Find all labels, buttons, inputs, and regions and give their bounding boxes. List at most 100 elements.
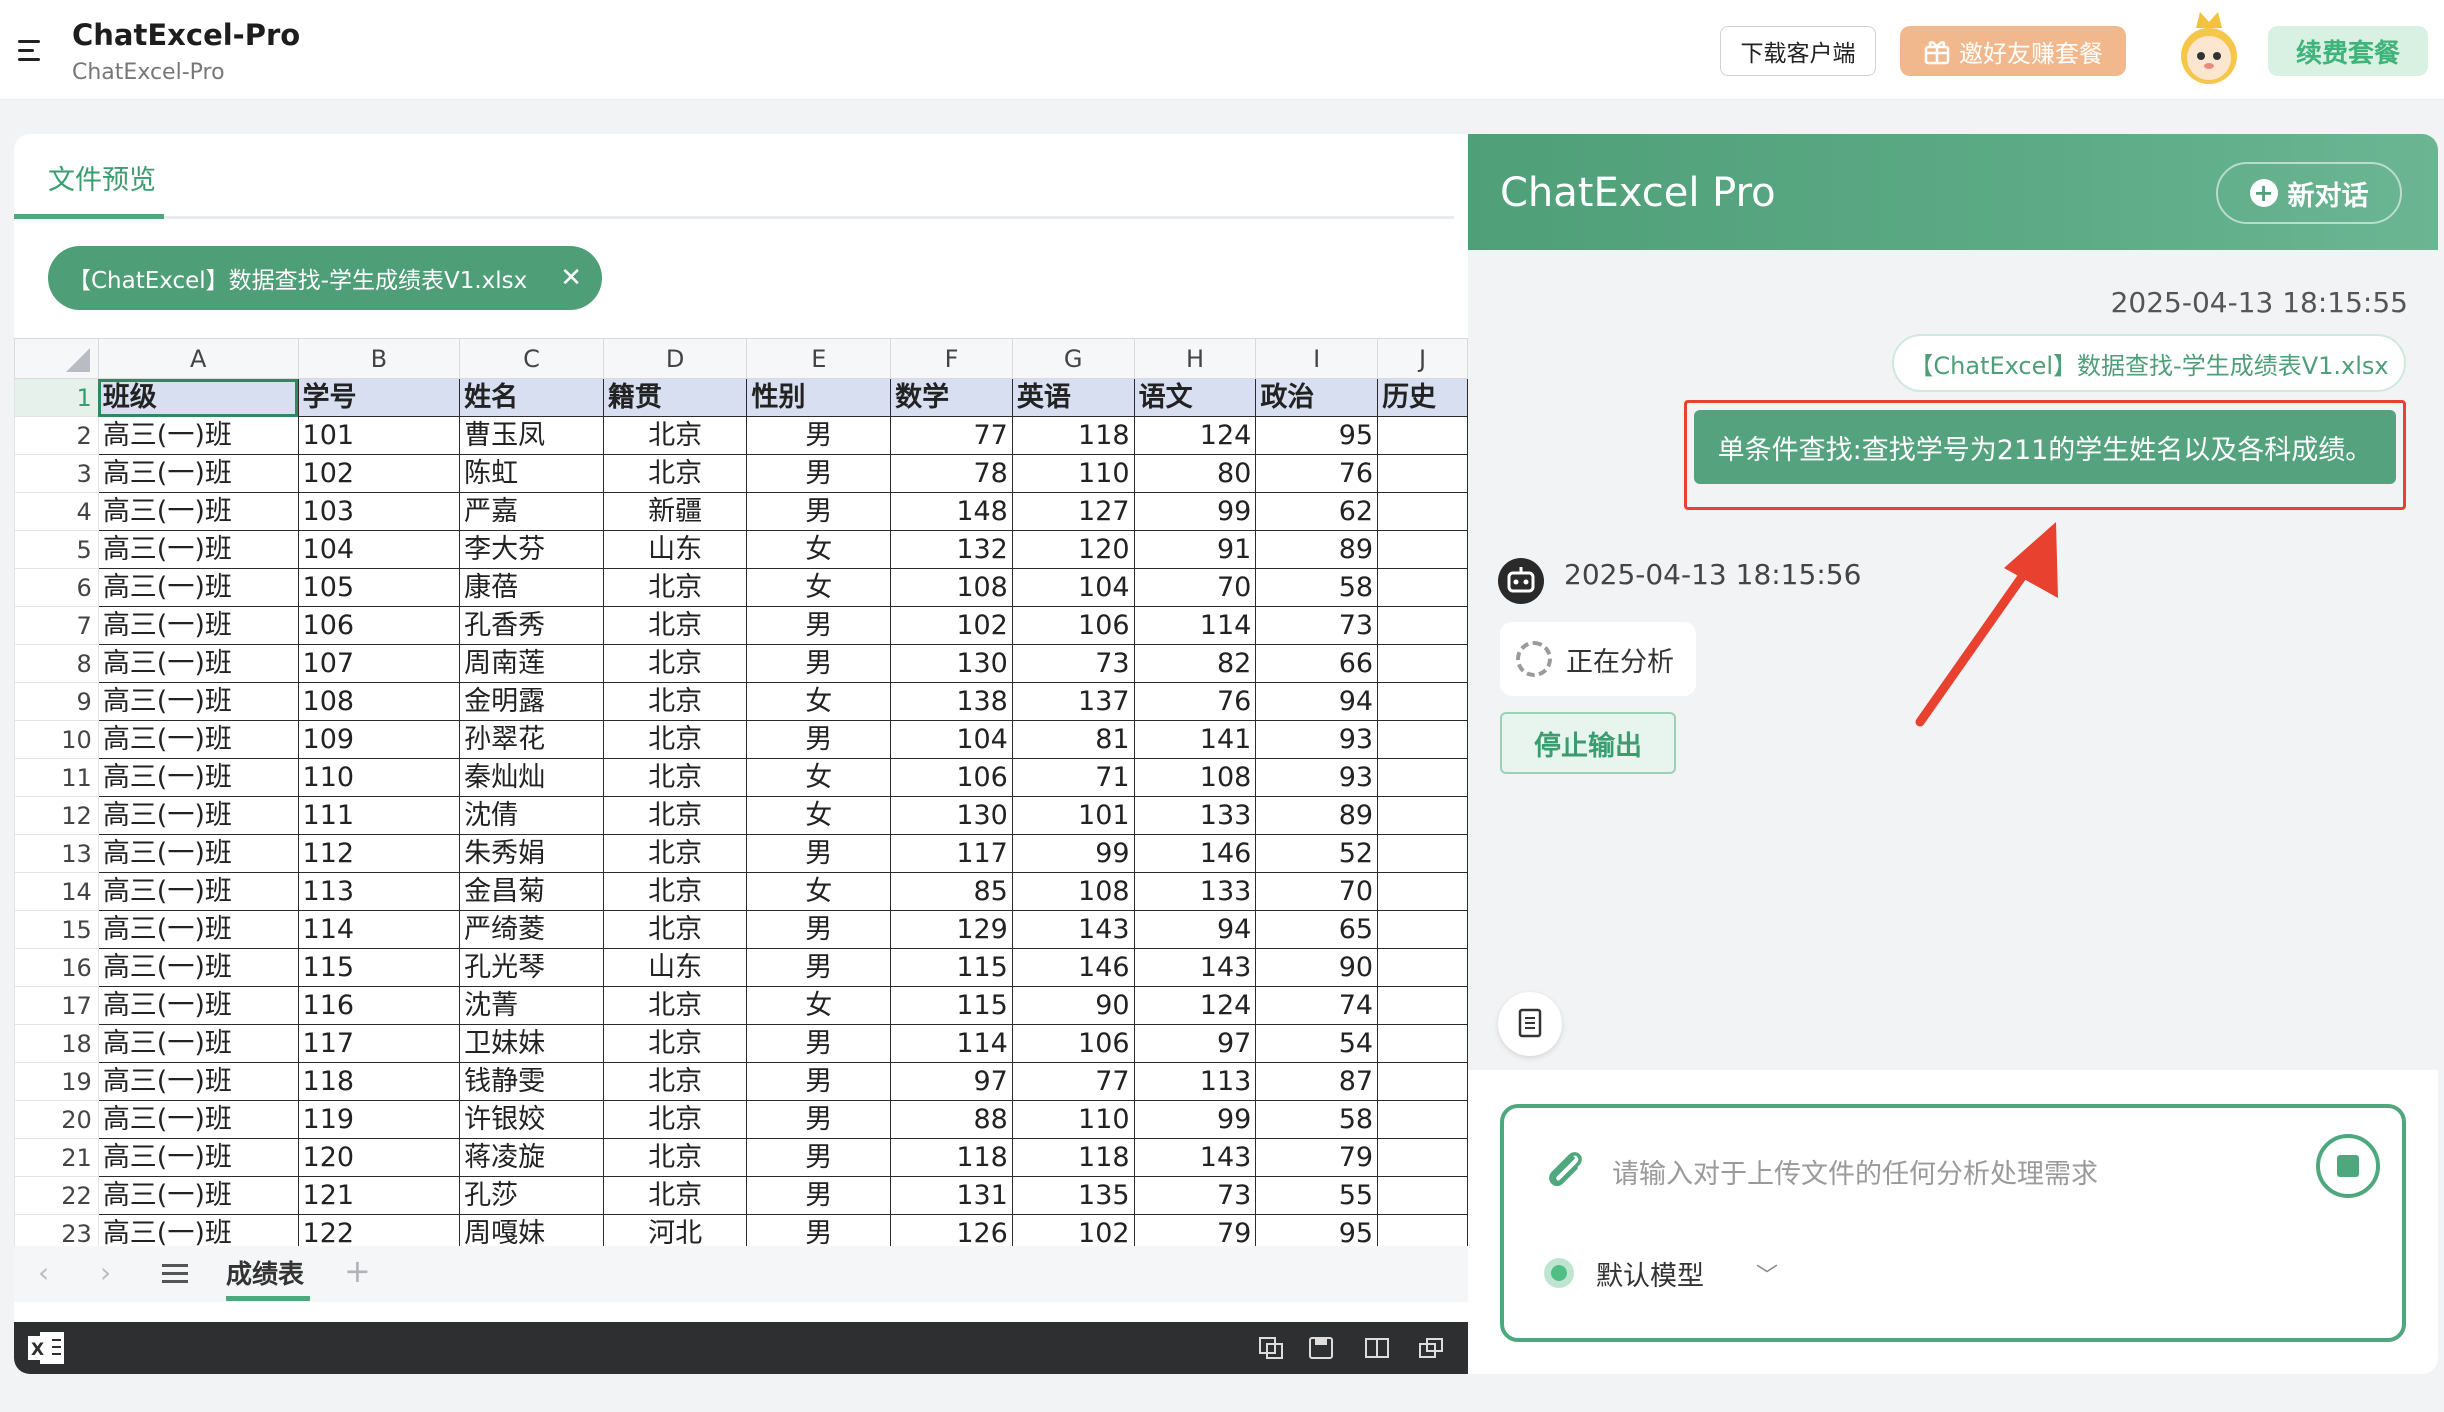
table-cell[interactable]: 117 [890, 834, 1013, 873]
attachment-icon[interactable] [1540, 1144, 1590, 1194]
table-cell[interactable]: 河北 [602, 1214, 748, 1246]
table-cell[interactable]: 高三(一)班 [97, 948, 299, 987]
row-number[interactable]: 2 [14, 416, 99, 455]
column-header[interactable]: I [1255, 338, 1379, 379]
table-cell[interactable]: 99 [1133, 492, 1257, 531]
table-cell[interactable]: 严嘉 [459, 492, 604, 531]
chat-input-box[interactable]: 请输入对于上传文件的任何分析处理需求 默认模型 ﹀ [1500, 1104, 2406, 1342]
table-cell[interactable]: 114 [890, 1024, 1013, 1063]
row-number[interactable]: 16 [14, 948, 99, 987]
table-cell[interactable]: 北京 [602, 1176, 748, 1215]
table-cell[interactable]: 高三(一)班 [97, 530, 299, 569]
stop-output-button[interactable]: 停止输出 [1500, 712, 1676, 774]
column-header[interactable]: E [746, 338, 892, 379]
table-cell[interactable]: 姓名 [459, 378, 604, 417]
table-cell[interactable]: 115 [890, 986, 1013, 1025]
table-cell[interactable]: 70 [1133, 568, 1257, 607]
table-cell[interactable]: 116 [297, 986, 461, 1025]
table-cell[interactable]: 133 [1133, 796, 1257, 835]
table-cell[interactable]: 102 [297, 454, 461, 493]
table-cell[interactable]: 北京 [602, 986, 748, 1025]
table-cell[interactable]: 康蓓 [459, 568, 604, 607]
row-number[interactable]: 8 [14, 644, 99, 683]
table-cell[interactable]: 男 [746, 910, 892, 949]
table-cell[interactable]: 117 [297, 1024, 461, 1063]
table-cell[interactable]: 男 [746, 1062, 892, 1101]
table-cell[interactable]: 73 [1133, 1176, 1257, 1215]
table-cell[interactable]: 55 [1255, 1176, 1379, 1215]
table-cell[interactable]: 女 [746, 568, 892, 607]
chevron-right-icon[interactable]: › [100, 1256, 111, 1289]
table-cell[interactable]: 北京 [602, 416, 748, 455]
table-cell[interactable]: 110 [1011, 454, 1135, 493]
table-cell[interactable] [1377, 492, 1468, 531]
book-icon[interactable] [1364, 1336, 1390, 1360]
table-cell[interactable]: 104 [1011, 568, 1135, 607]
table-cell[interactable]: 许银姣 [459, 1100, 604, 1139]
table-cell[interactable]: 120 [297, 1138, 461, 1177]
table-cell[interactable]: 高三(一)班 [97, 1214, 299, 1246]
table-cell[interactable]: 122 [297, 1214, 461, 1246]
table-cell[interactable]: 北京 [602, 796, 748, 835]
table-cell[interactable]: 男 [746, 416, 892, 455]
table-cell[interactable]: 102 [1011, 1214, 1135, 1246]
table-cell[interactable]: 女 [746, 758, 892, 797]
table-cell[interactable] [1377, 1138, 1468, 1177]
table-cell[interactable] [1377, 454, 1468, 493]
row-number[interactable]: 3 [14, 454, 99, 493]
table-cell[interactable]: 孙翠花 [459, 720, 604, 759]
table-cell[interactable]: 班级 [97, 378, 299, 417]
table-cell[interactable]: 106 [1011, 606, 1135, 645]
table-cell[interactable]: 女 [746, 872, 892, 911]
table-cell[interactable]: 137 [1011, 682, 1135, 721]
table-cell[interactable]: 58 [1255, 1100, 1379, 1139]
table-cell[interactable]: 108 [297, 682, 461, 721]
tab-file-preview[interactable]: 文件预览 [48, 158, 156, 197]
table-cell[interactable]: 北京 [602, 1138, 748, 1177]
table-cell[interactable]: 94 [1133, 910, 1257, 949]
table-cell[interactable]: 104 [890, 720, 1013, 759]
sheet-tab-active[interactable]: 成绩表 [226, 1254, 304, 1291]
spreadsheet-grid[interactable]: ABCDEFGHIJ 1 班级 学号 姓名 籍贯 性别 数学 英语 语文 政治 历史 2 高三(一)班 1… [14, 338, 1468, 1246]
table-cell[interactable]: 114 [297, 910, 461, 949]
table-cell[interactable] [1377, 416, 1468, 455]
table-cell[interactable]: 高三(一)班 [97, 454, 299, 493]
table-cell[interactable]: 101 [1011, 796, 1135, 835]
table-cell[interactable]: 周嘎妹 [459, 1214, 604, 1246]
table-cell[interactable]: 146 [1133, 834, 1257, 873]
table-cell[interactable]: 143 [1011, 910, 1135, 949]
table-cell[interactable]: 94 [1255, 682, 1379, 721]
table-cell[interactable]: 高三(一)班 [97, 834, 299, 873]
table-cell[interactable]: 143 [1133, 948, 1257, 987]
table-cell[interactable] [1377, 796, 1468, 835]
row-number[interactable]: 22 [14, 1176, 99, 1215]
chevron-left-icon[interactable]: ‹ [38, 1256, 49, 1289]
table-cell[interactable]: 学号 [297, 378, 461, 417]
table-cell[interactable]: 120 [1011, 530, 1135, 569]
table-cell[interactable] [1377, 986, 1468, 1025]
table-cell[interactable]: 74 [1255, 986, 1379, 1025]
file-pill[interactable]: 【ChatExcel】数据查找-学生成绩表V1.xlsx ✕ [48, 246, 602, 310]
column-header[interactable]: A [97, 338, 299, 379]
table-cell[interactable]: 66 [1255, 644, 1379, 683]
table-cell[interactable]: 127 [1011, 492, 1135, 531]
table-cell[interactable] [1377, 834, 1468, 873]
row-number[interactable]: 11 [14, 758, 99, 797]
table-cell[interactable]: 沈倩 [459, 796, 604, 835]
table-cell[interactable]: 89 [1255, 530, 1379, 569]
document-icon[interactable] [1498, 992, 1562, 1056]
row-number[interactable]: 12 [14, 796, 99, 835]
table-cell[interactable]: 政治 [1255, 378, 1379, 417]
new-chat-button[interactable]: + 新对话 [2216, 162, 2402, 224]
table-cell[interactable]: 118 [1011, 1138, 1135, 1177]
table-cell[interactable]: 高三(一)班 [97, 1138, 299, 1177]
table-cell[interactable]: 62 [1255, 492, 1379, 531]
table-cell[interactable]: 女 [746, 682, 892, 721]
table-cell[interactable]: 81 [1011, 720, 1135, 759]
invite-friends-button[interactable]: 邀好友赚套餐 [1900, 26, 2126, 76]
table-cell[interactable]: 男 [746, 1176, 892, 1215]
table-cell[interactable]: 106 [890, 758, 1013, 797]
table-cell[interactable]: 131 [890, 1176, 1013, 1215]
save-icon[interactable] [1308, 1336, 1334, 1360]
table-cell[interactable] [1377, 1176, 1468, 1215]
